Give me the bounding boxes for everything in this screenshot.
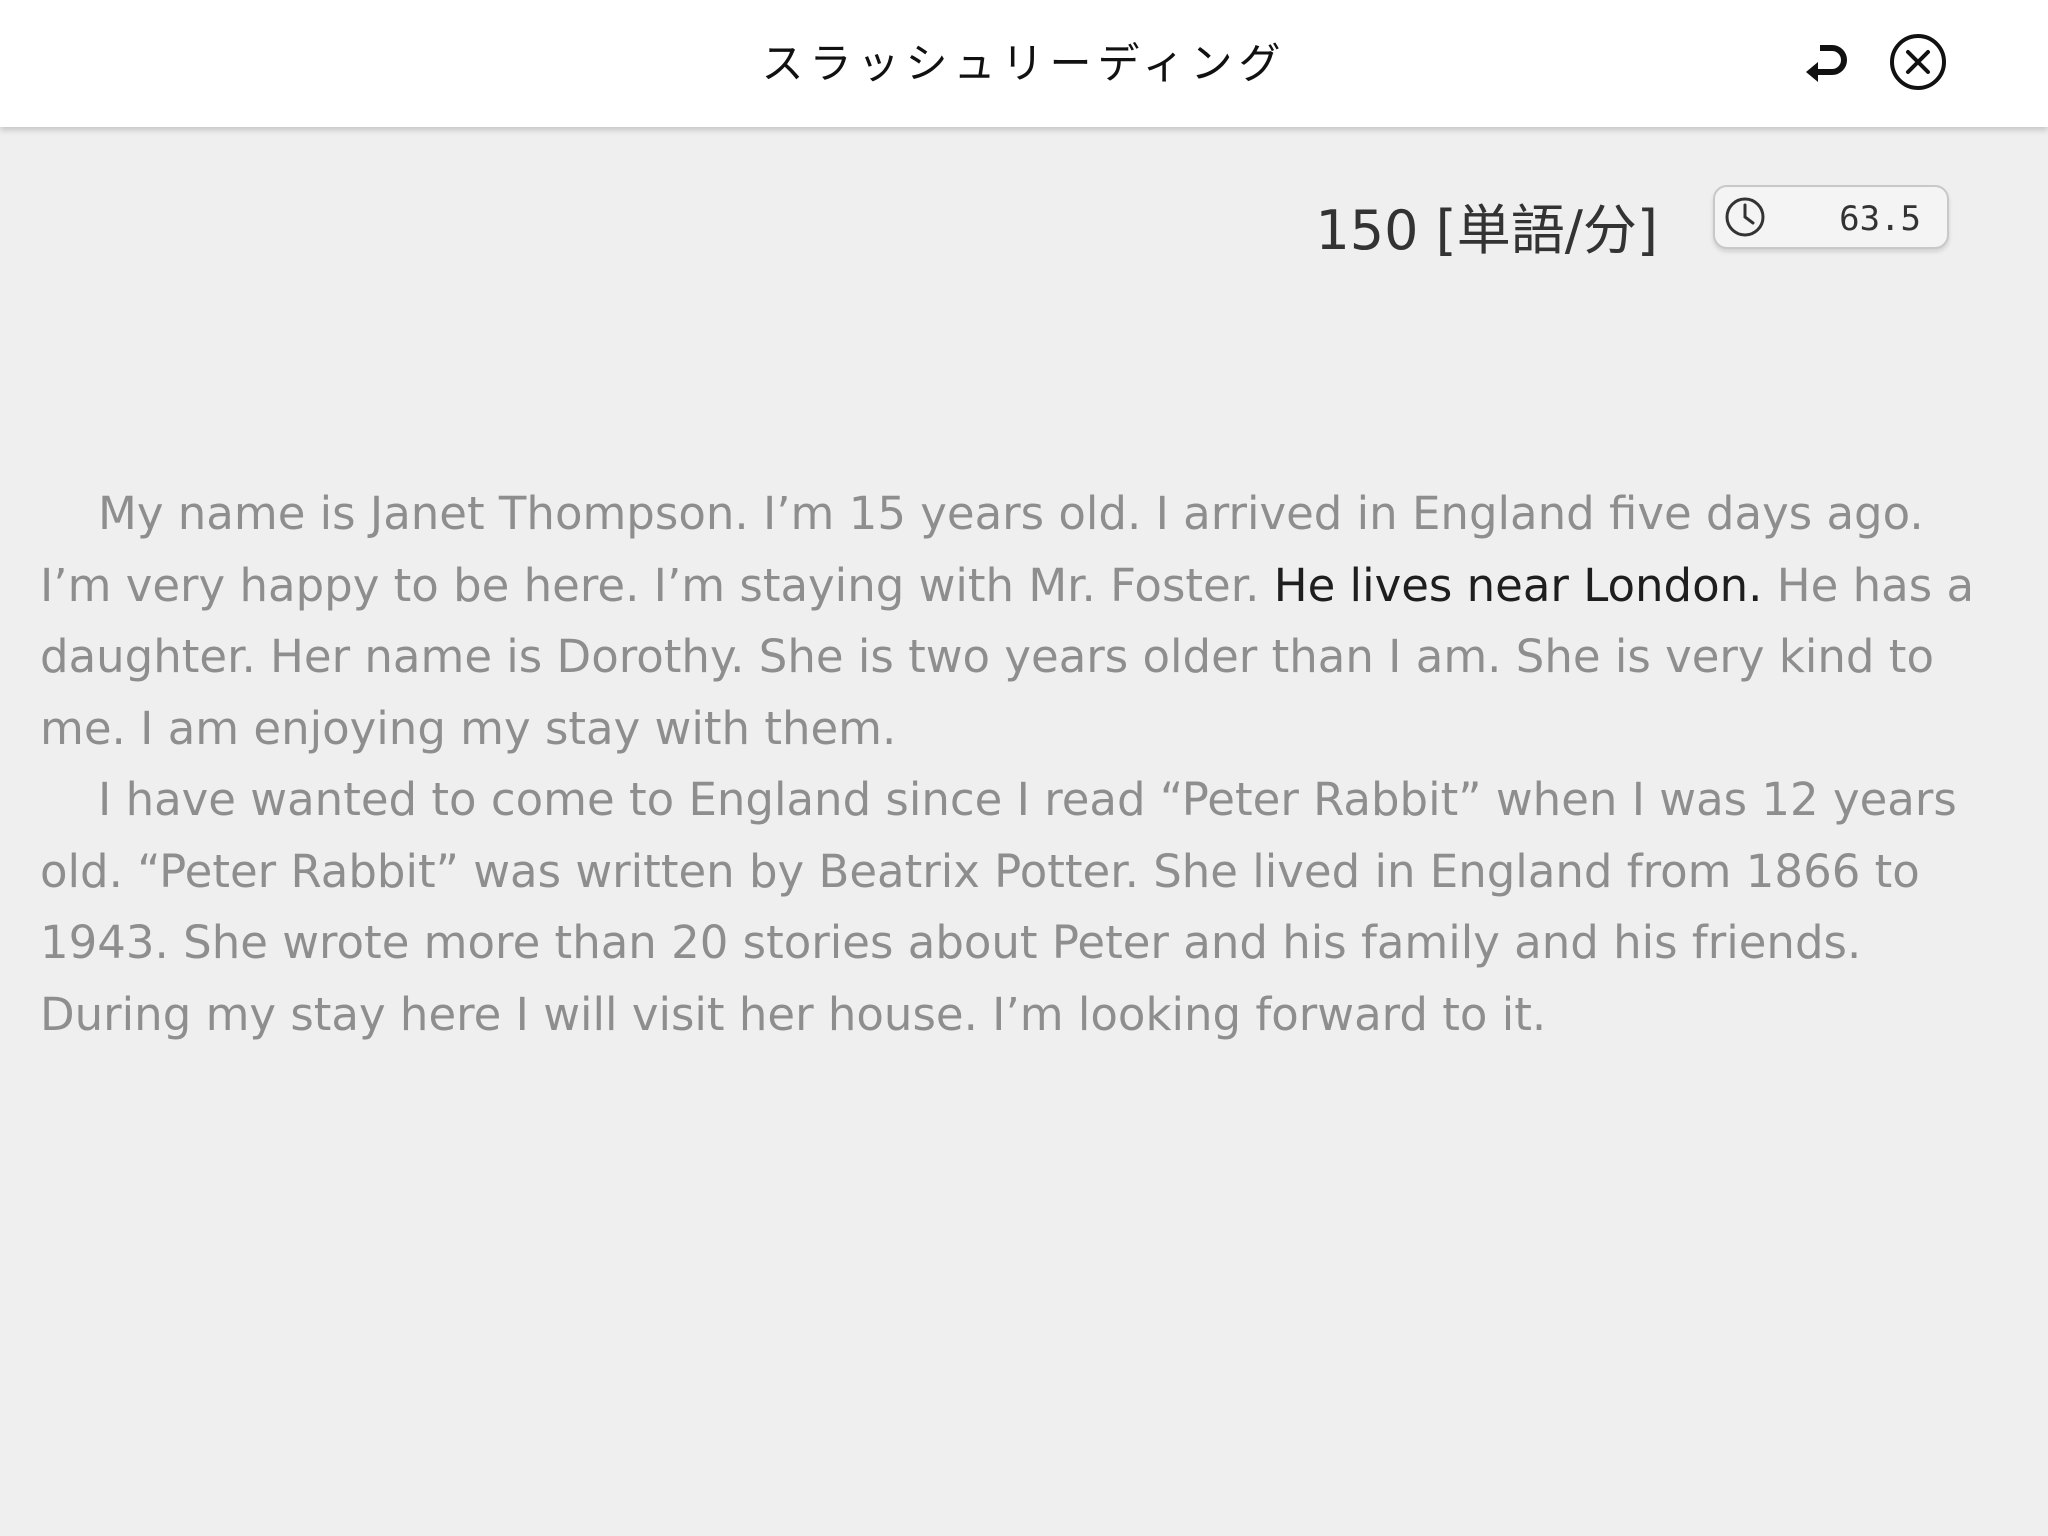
reading-speed-label: 150 [単語/分]	[1315, 199, 1658, 262]
page-title: スラッシュリーディング	[761, 39, 1287, 88]
paragraph-2: I have wanted to come to England since I…	[40, 764, 2000, 1050]
passage-text: I have wanted to come to England since I…	[40, 773, 1957, 1041]
close-circle-icon	[1890, 34, 1946, 90]
back-button[interactable]	[1796, 32, 1856, 92]
header-bar: スラッシュリーディング	[0, 0, 2048, 127]
close-button[interactable]	[1888, 32, 1948, 92]
paragraph-1: My name is Janet Thompson. I’m 15 years …	[40, 478, 2000, 764]
timer-display: 63.5	[1713, 185, 1949, 249]
clock-icon	[1725, 197, 1765, 237]
current-phrase-highlight: He lives near London.	[1273, 558, 1763, 612]
timer-value: 63.5	[1839, 199, 1921, 239]
reading-passage: My name is Janet Thompson. I’m 15 years …	[40, 478, 2000, 1050]
return-arrow-icon	[1806, 45, 1847, 82]
